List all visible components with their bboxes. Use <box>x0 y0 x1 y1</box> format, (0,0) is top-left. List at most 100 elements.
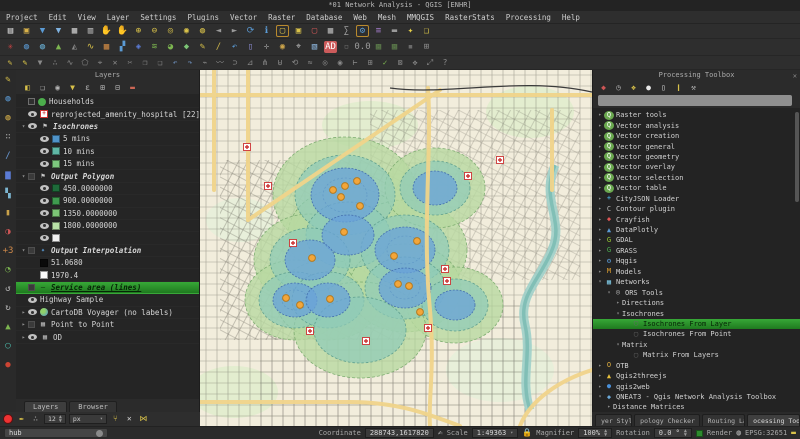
layer-row[interactable]: —Service area (lines) <box>16 282 199 294</box>
expand-arrow-icon[interactable]: ▸ <box>596 237 604 243</box>
toolbox-row[interactable]: ▸▲DataPlotly <box>593 225 800 235</box>
sketch-pen-icon[interactable]: ∕ <box>2 150 14 162</box>
messages-icon[interactable]: ▬ <box>791 428 796 438</box>
edit-features-inplace-icon[interactable]: ▯ <box>658 83 669 93</box>
plus-three-icon[interactable]: +3 <box>2 245 14 257</box>
extents-icon[interactable]: ✍ <box>438 428 443 438</box>
collapse-all-icon[interactable]: ⊟ <box>112 83 123 93</box>
lock-scale-icon[interactable]: 🔒 <box>522 428 532 438</box>
expand-arrow-icon[interactable]: ▸ <box>596 227 604 233</box>
expand-arrow-icon[interactable]: ▾ <box>596 394 604 400</box>
expand-arrow-icon[interactable]: ▸ <box>596 269 604 275</box>
expand-arrow-icon[interactable]: ▸ <box>596 363 604 369</box>
python-console-icon[interactable]: ∿ <box>84 41 97 53</box>
toolbox-row[interactable]: ▸▲Qgis2threejs <box>593 371 800 381</box>
toolbox-row[interactable]: ▸QVector general <box>593 141 800 151</box>
toolbox-row[interactable]: ▸Distance Matrices <box>593 402 800 412</box>
zoom-in-icon[interactable]: ⊕ <box>132 25 145 37</box>
menu-settings[interactable]: Settings <box>140 13 176 22</box>
expand-arrow-icon[interactable]: ▸ <box>596 384 604 390</box>
expand-arrow-icon[interactable]: ▾ <box>614 311 622 317</box>
crs-globe-icon[interactable]: ◍ <box>736 428 741 438</box>
mmqgis-icon[interactable]: ✎ <box>2 74 14 86</box>
undo-icon[interactable]: ↶ <box>228 41 241 53</box>
delete-selected-icon[interactable]: ✕ <box>109 57 121 68</box>
options-wrench-icon[interactable]: ⚒ <box>688 83 699 93</box>
open-attribute-table-icon[interactable]: ▦ <box>324 25 337 37</box>
layers-overview-icon[interactable]: ≋ <box>148 41 161 53</box>
vertex-tool-icon[interactable]: ⌖ <box>94 57 106 68</box>
expand-arrow-icon[interactable]: ▸ <box>19 321 28 328</box>
zoom-to-selection-icon[interactable]: ◉ <box>180 25 193 37</box>
toolbox-row[interactable]: ▸QVector geometry <box>593 152 800 162</box>
form-annotation-icon[interactable]: ❑ <box>420 25 433 37</box>
label-pin-icon[interactable]: ∴ <box>30 414 41 425</box>
menu-layer[interactable]: Layer <box>107 13 130 22</box>
toolbox-row[interactable]: ▸QRaster tools <box>593 110 800 120</box>
results-viewer-icon[interactable]: ❖ <box>628 83 639 93</box>
osm-place-search-icon[interactable]: ✳ <box>4 41 17 53</box>
sync-tool-icon[interactable]: ↺ <box>2 283 14 295</box>
topology-checker-icon[interactable]: ⊠ <box>394 57 406 68</box>
merge-features-icon[interactable]: ⊎ <box>274 57 286 68</box>
render-checkbox[interactable] <box>696 430 703 437</box>
toolbox-row[interactable]: ▸MModels <box>593 267 800 277</box>
panel-tab-browser[interactable]: Browser <box>69 401 117 412</box>
grid-green-1-icon[interactable]: ▩ <box>372 41 385 53</box>
fill-ring-icon[interactable]: ◉ <box>334 57 346 68</box>
deselect-features-icon[interactable]: ▢ <box>308 25 321 37</box>
options-label-icon[interactable]: ❙ <box>673 83 684 93</box>
layer-row[interactable]: 900.0000000 <box>16 195 199 207</box>
menu-processing[interactable]: Processing <box>506 13 551 22</box>
web-globe-icon[interactable]: ◍ <box>36 41 49 53</box>
quickmapservices-icon[interactable]: ◍ <box>20 41 33 53</box>
scale-spin-icon[interactable]: 0.0 <box>356 41 369 53</box>
processing-search-input[interactable] <box>598 95 792 106</box>
zoom-out-icon[interactable]: ⊖ <box>148 25 161 37</box>
bucket-tool-icon[interactable]: ▮ <box>2 207 14 219</box>
toggle-editing-icon[interactable]: ✎ <box>19 57 31 68</box>
menu-mesh[interactable]: Mesh <box>378 13 396 22</box>
visibility-eye-icon[interactable] <box>28 309 37 315</box>
snapping-toggle-icon[interactable]: ⌁ <box>199 57 211 68</box>
expand-arrow-icon[interactable]: ▸ <box>596 248 604 254</box>
label-options-icon[interactable]: ≡ <box>372 25 385 37</box>
world-tool-icon[interactable]: ◍ <box>2 112 14 124</box>
layer-row[interactable]: 5 mins <box>16 133 199 145</box>
menu-rasterstats[interactable]: RasterStats <box>445 13 495 22</box>
manage-map-themes-icon[interactable]: ◉ <box>52 83 63 93</box>
reshape-features-icon[interactable]: ⊿ <box>244 57 256 68</box>
transform-tool-icon[interactable]: ⊞ <box>420 41 433 53</box>
expand-arrow-icon[interactable]: ▸ <box>596 154 604 160</box>
refresh-map-icon[interactable]: ⟳ <box>244 25 257 37</box>
toolbox-row[interactable]: ▸QVector creation <box>593 131 800 141</box>
toolbox-row[interactable]: ▾Isochrones <box>593 308 800 318</box>
layer-row[interactable]: ▸▦OD <box>16 331 199 343</box>
new-print-layout-icon[interactable]: ▦ <box>68 25 81 37</box>
visibility-eye-icon[interactable] <box>40 210 49 216</box>
panel-tab-layers[interactable]: Layers <box>24 401 67 412</box>
layer-row[interactable]: ▸CartoDB Voyager (no labels) <box>16 307 199 319</box>
pan-to-selection-icon[interactable]: ✋ <box>116 25 129 37</box>
teal-circle-icon[interactable]: ◯ <box>2 340 14 352</box>
simplify-feature-icon[interactable]: ≈ <box>304 57 316 68</box>
menu-vector[interactable]: Vector <box>230 13 257 22</box>
current-edits-icon[interactable]: ✎ <box>4 57 16 68</box>
toolbox-row[interactable]: ▸CContour plugin <box>593 204 800 214</box>
layer-row[interactable]: 1970.4 <box>16 269 199 281</box>
expand-arrow-icon[interactable]: ▸ <box>596 164 604 170</box>
menu-edit[interactable]: Edit <box>49 13 67 22</box>
menu-database[interactable]: Database <box>306 13 342 22</box>
expand-arrow-icon[interactable]: ▸ <box>19 334 28 341</box>
history-icon[interactable]: ◷ <box>613 83 624 93</box>
crosshair-tool-icon[interactable]: ✛ <box>260 41 273 53</box>
dock-tab[interactable]: pology Checker Pa <box>634 414 699 426</box>
text-annotation-icon[interactable]: ✦ <box>404 25 417 37</box>
qgis-cloud-icon[interactable]: ◔ <box>2 264 14 276</box>
annotation-pin-icon[interactable]: ◉ <box>276 41 289 53</box>
magnifier-stepper[interactable]: 100%▲▼ <box>578 428 612 438</box>
layer-row[interactable]: 1350.0000000 <box>16 208 199 220</box>
visibility-checkbox[interactable] <box>28 321 35 328</box>
toolbox-row[interactable]: ▾Matrix <box>593 340 800 350</box>
zoom-full-icon[interactable]: ◎ <box>164 25 177 37</box>
